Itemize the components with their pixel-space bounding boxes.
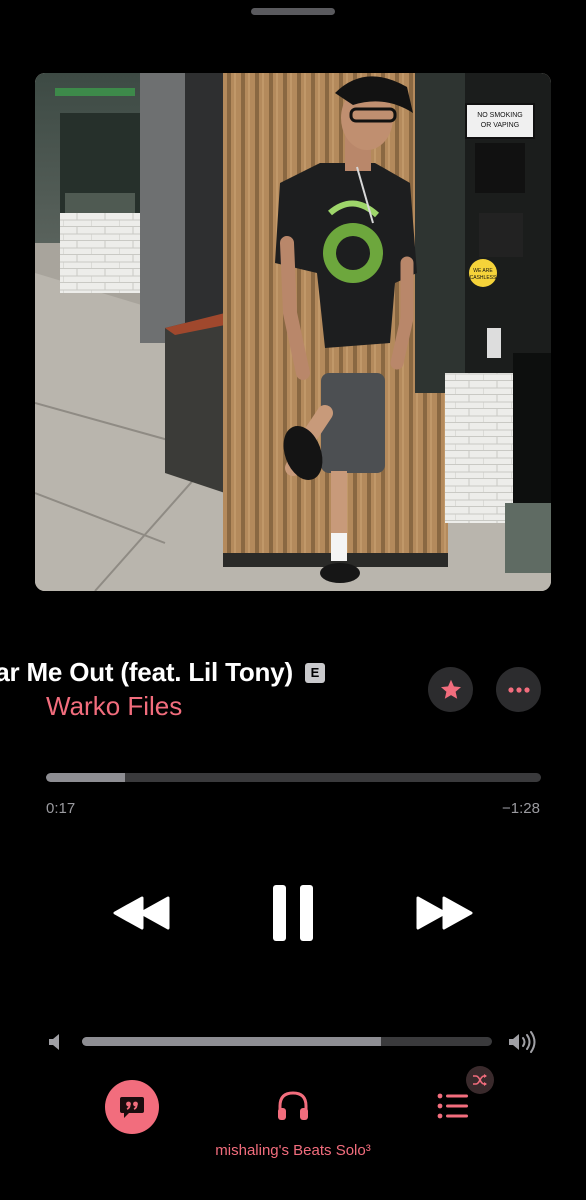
favorite-button[interactable] — [428, 667, 473, 712]
output-device-label[interactable]: mishaling's Beats Solo³ — [0, 1142, 586, 1159]
fast-forward-icon — [416, 896, 473, 930]
shuffle-indicator[interactable] — [466, 1066, 494, 1094]
sign-cashless: CASHLESS — [470, 275, 497, 281]
sign-or-vaping: OR VAPING — [481, 122, 519, 129]
explicit-badge: E — [304, 662, 325, 683]
pause-icon — [273, 885, 313, 941]
sign-we-are: WE ARE — [473, 268, 493, 274]
song-title-marquee[interactable]: ear Me Out (feat. Lil Tony) E — [0, 657, 410, 691]
speaker-low-icon — [49, 1034, 59, 1050]
rewind-button[interactable] — [111, 880, 173, 946]
volume-slider[interactable] — [82, 1037, 492, 1046]
volume-level-fill — [82, 1037, 382, 1046]
fast-forward-button[interactable] — [413, 880, 475, 946]
star-icon — [440, 679, 461, 699]
playback-progress-fill — [46, 773, 126, 782]
lyrics-quote-icon — [120, 1097, 144, 1118]
list-icon[interactable] — [436, 1090, 470, 1122]
remaining-time: −1:28 — [502, 800, 540, 817]
ellipsis-icon — [507, 686, 530, 693]
elapsed-time: 0:17 — [46, 800, 76, 817]
headphones-icon[interactable] — [275, 1088, 311, 1124]
shuffle-icon — [473, 1074, 487, 1086]
song-title: ear Me Out (feat. Lil Tony) — [0, 657, 293, 687]
artist-name[interactable]: Warko Files — [46, 691, 182, 722]
album-artwork: NO SMOKING OR VAPING WE ARE CASHLESS — [35, 73, 551, 591]
sheet-grabber[interactable] — [251, 8, 335, 15]
lyrics-button[interactable] — [105, 1080, 159, 1134]
speaker-high-icon — [509, 1031, 536, 1053]
pause-button[interactable] — [264, 880, 322, 946]
playback-scrubber[interactable] — [46, 773, 541, 782]
sign-no-smoking: NO SMOKING — [477, 112, 523, 119]
more-options-button[interactable] — [496, 667, 541, 712]
rewind-icon — [113, 896, 170, 930]
